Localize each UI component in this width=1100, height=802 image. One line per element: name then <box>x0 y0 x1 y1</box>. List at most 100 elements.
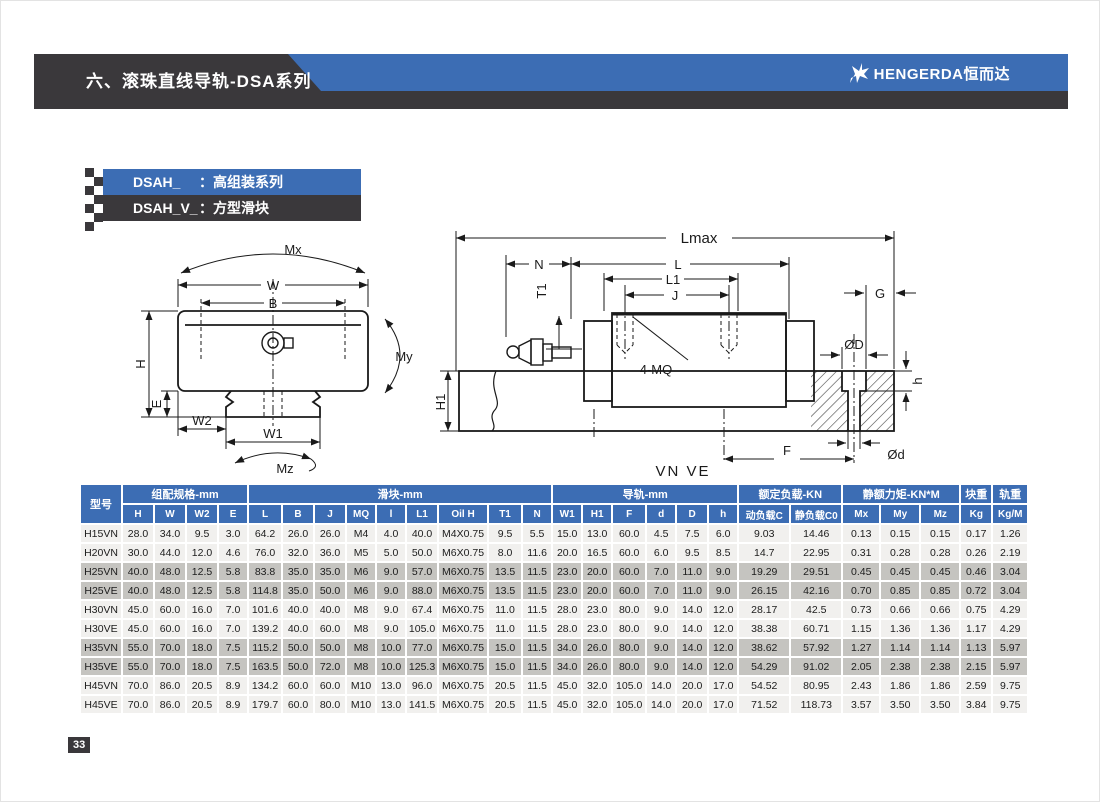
dim-label-g: G <box>875 286 885 301</box>
table-row: H45VN70.086.020.58.9134.260.060.0M1013.0… <box>81 677 1027 694</box>
value-cell: 7.5 <box>219 658 247 675</box>
value-cell: 71.52 <box>739 696 789 713</box>
value-cell: M6X0.75 <box>439 620 487 637</box>
value-cell: 9.0 <box>647 601 675 618</box>
column-group-header: 组配规格-mm <box>123 485 247 503</box>
value-cell: 101.6 <box>249 601 281 618</box>
value-cell: 8.9 <box>219 696 247 713</box>
value-cell: 14.0 <box>647 696 675 713</box>
value-cell: 34.0 <box>155 525 185 542</box>
value-cell: 9.0 <box>647 658 675 675</box>
table-row: H15VN28.034.09.53.064.226.026.0M44.040.0… <box>81 525 1027 542</box>
value-cell: 14.7 <box>739 544 789 561</box>
value-cell: 32.0 <box>283 544 313 561</box>
value-cell: 38.62 <box>739 639 789 656</box>
column-header: E <box>219 505 247 523</box>
hatch-left <box>811 371 842 431</box>
hatch-right <box>866 371 894 431</box>
value-cell: M8 <box>347 601 375 618</box>
value-cell: 1.14 <box>921 639 959 656</box>
value-cell: 0.85 <box>921 582 959 599</box>
value-cell: 3.04 <box>993 563 1027 580</box>
value-cell: 3.84 <box>961 696 991 713</box>
table-row: H30VN45.060.016.07.0101.640.040.0M89.067… <box>81 601 1027 618</box>
value-cell: M6X0.75 <box>439 563 487 580</box>
value-cell: 26.0 <box>583 658 611 675</box>
value-cell: 54.52 <box>739 677 789 694</box>
column-group-header: 型号 <box>81 485 121 523</box>
value-cell: 5.8 <box>219 582 247 599</box>
value-cell: 0.15 <box>881 525 919 542</box>
value-cell: 9.0 <box>709 582 737 599</box>
value-cell: 11.5 <box>523 696 551 713</box>
value-cell: M6 <box>347 563 375 580</box>
value-cell: 50.0 <box>407 544 437 561</box>
value-cell: M6X0.75 <box>439 582 487 599</box>
dim-label-f: F <box>783 443 791 458</box>
value-cell: 80.0 <box>613 658 645 675</box>
dim-label-e: E <box>149 399 164 408</box>
value-cell: 48.0 <box>155 582 185 599</box>
value-cell: 60.0 <box>613 525 645 542</box>
value-cell: 20.5 <box>489 677 521 694</box>
series-bars: DSAH_：高组装系列 DSAH_V_：方型滑块 <box>103 169 361 221</box>
spec-table-body: H15VN28.034.09.53.064.226.026.0M44.040.0… <box>81 525 1027 713</box>
value-cell: 35.0 <box>283 582 313 599</box>
value-cell: 18.0 <box>187 639 217 656</box>
value-cell: 91.02 <box>791 658 841 675</box>
series-label-high-assembly: DSAH_：高组装系列 <box>103 169 361 195</box>
value-cell: 134.2 <box>249 677 281 694</box>
value-cell: 26.0 <box>283 525 313 542</box>
value-cell: 86.0 <box>155 696 185 713</box>
value-cell: 17.0 <box>709 696 737 713</box>
value-cell: 35.0 <box>315 563 345 580</box>
column-header: L1 <box>407 505 437 523</box>
value-cell: 28.0 <box>553 601 581 618</box>
value-cell: 50.0 <box>315 582 345 599</box>
value-cell: 36.0 <box>315 544 345 561</box>
value-cell: 23.0 <box>553 582 581 599</box>
value-cell: 12.5 <box>187 582 217 599</box>
value-cell: 26.15 <box>739 582 789 599</box>
value-cell: M8 <box>347 639 375 656</box>
brand-logo: HENGERDA恒而达 <box>848 61 1010 85</box>
column-group-header: 滑块-mm <box>249 485 551 503</box>
value-cell: 64.2 <box>249 525 281 542</box>
value-cell: 50.0 <box>283 639 313 656</box>
value-cell: 32.0 <box>583 677 611 694</box>
column-header: J <box>315 505 345 523</box>
value-cell: M8 <box>347 620 375 637</box>
value-cell: 0.66 <box>881 601 919 618</box>
model-cell: H35VE <box>81 658 121 675</box>
value-cell: 141.5 <box>407 696 437 713</box>
value-cell: 60.0 <box>315 620 345 637</box>
value-cell: 1.36 <box>921 620 959 637</box>
value-cell: 13.5 <box>489 582 521 599</box>
value-cell: M6X0.75 <box>439 696 487 713</box>
value-cell: 45.0 <box>123 601 153 618</box>
value-cell: M6X0.75 <box>439 639 487 656</box>
value-cell: 9.0 <box>647 620 675 637</box>
value-cell: 11.0 <box>677 563 707 580</box>
column-header: W <box>155 505 185 523</box>
value-cell: 7.0 <box>647 563 675 580</box>
value-cell: 16.5 <box>583 544 611 561</box>
value-cell: 83.8 <box>249 563 281 580</box>
value-cell: 11.5 <box>523 639 551 656</box>
value-cell: 40.0 <box>123 563 153 580</box>
value-cell: 20.5 <box>489 696 521 713</box>
header-bar: 六、滚珠直线导轨-DSA系列 HENGERDA恒而达 <box>34 54 1068 109</box>
value-cell: 80.0 <box>613 601 645 618</box>
value-cell: 4.29 <box>993 620 1027 637</box>
hatch-shoulder-left <box>842 391 848 431</box>
table-row: H20VN30.044.012.04.676.032.036.0M55.050.… <box>81 544 1027 561</box>
value-cell: 40.0 <box>283 601 313 618</box>
value-cell: 3.57 <box>843 696 879 713</box>
value-cell: 0.46 <box>961 563 991 580</box>
column-header: 静负载C0 <box>791 505 841 523</box>
value-cell: 32.0 <box>583 696 611 713</box>
series-sep: ： <box>199 174 213 190</box>
value-cell: 1.14 <box>881 639 919 656</box>
value-cell: 2.05 <box>843 658 879 675</box>
value-cell: 3.0 <box>219 525 247 542</box>
